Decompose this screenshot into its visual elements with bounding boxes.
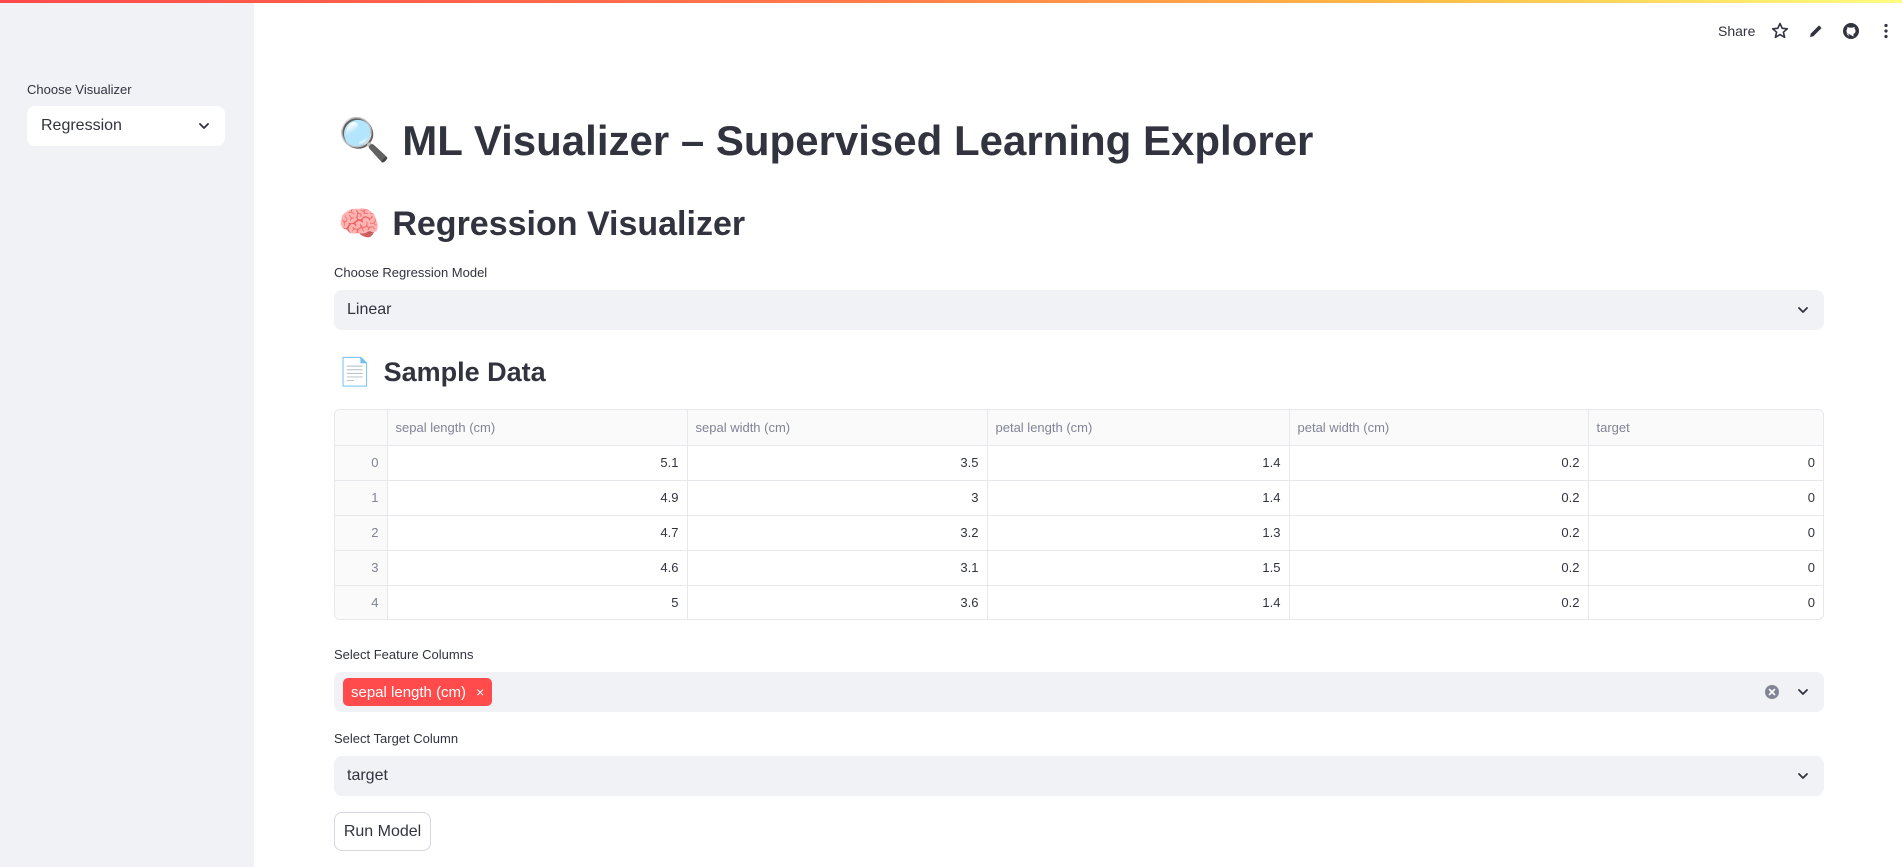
- run-model-button[interactable]: Run Model: [334, 812, 431, 851]
- table-cell[interactable]: 5: [387, 585, 688, 619]
- table-cell[interactable]: 3: [687, 480, 988, 516]
- star-icon[interactable]: [1770, 21, 1790, 41]
- magnifier-icon: 🔍: [338, 116, 391, 163]
- share-button[interactable]: Share: [1718, 23, 1755, 39]
- table-cell[interactable]: 3.6: [687, 585, 988, 619]
- more-icon[interactable]: [1876, 21, 1896, 41]
- table-cell[interactable]: 0: [1588, 445, 1823, 481]
- table-cell[interactable]: 0: [1588, 585, 1823, 619]
- table-cell[interactable]: 0.2: [1289, 515, 1589, 551]
- model-select-value: Linear: [347, 301, 392, 318]
- table-cell[interactable]: 3.1: [687, 550, 988, 586]
- page-title-text: ML Visualizer – Supervised Learning Expl…: [402, 116, 1314, 164]
- feature-chip[interactable]: sepal length (cm) ×: [343, 678, 493, 706]
- chevron-down-icon[interactable]: [1796, 685, 1810, 699]
- table-cell[interactable]: 0: [1588, 515, 1823, 551]
- column-header: [335, 410, 388, 446]
- table-cell[interactable]: 4.9: [387, 480, 688, 516]
- row-index: 1: [335, 480, 388, 516]
- target-column-select[interactable]: target: [334, 756, 1824, 796]
- section-title-text: Regression Visualizer: [392, 204, 746, 243]
- table-cell[interactable]: 4.6: [387, 550, 688, 586]
- table-cell[interactable]: 1.4: [987, 480, 1290, 516]
- table-cell[interactable]: 4.7: [387, 515, 688, 551]
- column-header[interactable]: sepal width (cm): [687, 410, 988, 446]
- table-cell[interactable]: 0.2: [1289, 550, 1589, 586]
- feature-columns-multiselect[interactable]: sepal length (cm) ×: [334, 672, 1824, 712]
- sample-data-table[interactable]: sepal length (cm) sepal width (cm) petal…: [334, 409, 1824, 620]
- github-icon[interactable]: [1841, 21, 1861, 41]
- table-cell[interactable]: 0.2: [1289, 585, 1589, 619]
- model-select[interactable]: Linear: [334, 290, 1824, 330]
- table-cell[interactable]: 5.1: [387, 445, 688, 481]
- sample-data-title-text: Sample Data: [383, 356, 546, 387]
- feature-columns-label: Select Feature Columns: [334, 647, 474, 662]
- table-cell[interactable]: 1.4: [987, 445, 1290, 481]
- model-label: Choose Regression Model: [334, 265, 488, 280]
- table-cell[interactable]: 0: [1588, 550, 1823, 586]
- row-index: 4: [335, 585, 388, 619]
- sample-data-title: 📄 Sample Data: [338, 356, 546, 388]
- section-title: 🧠 Regression Visualizer: [338, 204, 745, 244]
- table-cell[interactable]: 1.5: [987, 550, 1290, 586]
- table-cell[interactable]: 0.2: [1289, 480, 1589, 516]
- pencil-icon[interactable]: [1806, 21, 1826, 41]
- column-header[interactable]: target: [1588, 410, 1823, 446]
- table-cell[interactable]: 3.5: [687, 445, 988, 481]
- row-index: 0: [335, 445, 388, 481]
- table-cell[interactable]: 0: [1588, 480, 1823, 516]
- table-header-row: sepal length (cm) sepal width (cm) petal…: [335, 410, 1823, 446]
- chevron-down-icon: [199, 123, 209, 129]
- close-icon[interactable]: ×: [476, 684, 484, 700]
- chevron-down-icon: [1798, 773, 1808, 779]
- table-row: 0 5.1 3.5 1.4 0.2 0: [335, 445, 1823, 481]
- visualizer-select[interactable]: Regression: [27, 106, 225, 146]
- top-accent-bar: [0, 0, 1902, 3]
- table-cell[interactable]: 3.2: [687, 515, 988, 551]
- chevron-down-icon: [1798, 307, 1808, 313]
- row-index: 2: [335, 515, 388, 551]
- column-header[interactable]: petal width (cm): [1289, 410, 1589, 446]
- table-row: 2 4.7 3.2 1.3 0.2 0: [335, 515, 1823, 551]
- row-index: 3: [335, 550, 388, 586]
- column-header[interactable]: petal length (cm): [987, 410, 1290, 446]
- visualizer-select-value: Regression: [41, 117, 122, 134]
- table-cell[interactable]: 1.3: [987, 515, 1290, 551]
- table-cell[interactable]: 1.4: [987, 585, 1290, 619]
- table-row: 3 4.6 3.1 1.5 0.2 0: [335, 550, 1823, 586]
- brain-icon: 🧠: [338, 205, 381, 243]
- document-icon: 📄: [338, 357, 372, 387]
- target-column-value: target: [347, 767, 388, 784]
- table-row: 4 5 3.6 1.4 0.2 0: [335, 585, 1823, 619]
- page-title: 🔍 ML Visualizer – Supervised Learning Ex…: [338, 116, 1313, 165]
- clear-icon[interactable]: [1764, 684, 1780, 700]
- target-column-label: Select Target Column: [334, 731, 459, 746]
- table-row: 1 4.9 3 1.4 0.2 0: [335, 480, 1823, 516]
- visualizer-label: Choose Visualizer: [27, 82, 132, 97]
- table-cell[interactable]: 0.2: [1289, 445, 1589, 481]
- column-header[interactable]: sepal length (cm): [387, 410, 688, 446]
- sidebar: Choose Visualizer Regression: [0, 0, 254, 867]
- feature-chip-label: sepal length (cm): [351, 683, 467, 701]
